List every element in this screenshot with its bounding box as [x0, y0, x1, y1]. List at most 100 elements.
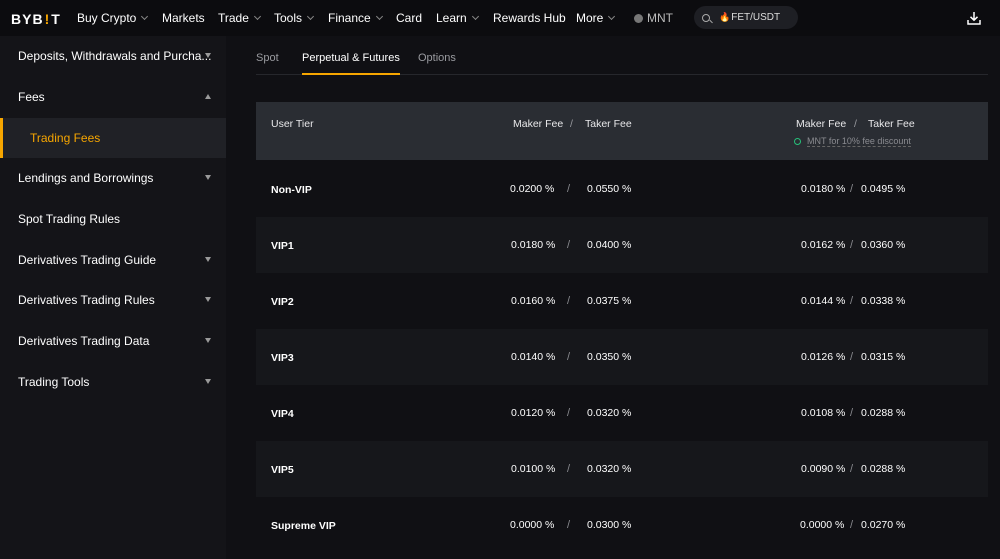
- fee-separator: /: [567, 407, 571, 419]
- nav-markets[interactable]: Markets: [162, 11, 205, 25]
- maker-fee-cell: 0.0160 %: [511, 295, 556, 307]
- table-row: VIP4 0.0120 % / 0.0320 % 0.0108 % / 0.02…: [256, 385, 988, 441]
- mnt-coin-icon: [634, 13, 643, 23]
- tier-cell: Non-VIP: [271, 184, 312, 196]
- maker-fee-cell: 0.0140 %: [511, 351, 556, 363]
- logo-text-start: BYB: [11, 11, 44, 27]
- logo-text-end: T: [51, 11, 61, 27]
- header-taker-fee: Taker Fee: [585, 118, 632, 130]
- tab-options[interactable]: Options: [418, 52, 456, 64]
- maker-fee-mnt-cell: 0.0144 %: [801, 295, 846, 307]
- header-user-tier: User Tier: [271, 118, 314, 130]
- nav-mnt[interactable]: MNT: [634, 11, 673, 25]
- download-icon[interactable]: [966, 10, 982, 26]
- maker-fee-mnt-cell: 0.0126 %: [801, 351, 846, 363]
- maker-fee-cell: 0.0200 %: [510, 183, 555, 195]
- sidebar-item-lendings[interactable]: Lendings and Borrowings: [0, 158, 226, 198]
- fee-separator: /: [850, 463, 854, 475]
- chevron-down-icon: [253, 12, 261, 21]
- chevron-down-icon: [306, 12, 315, 21]
- maker-fee-mnt-cell: 0.0090 %: [801, 463, 846, 475]
- table-row: Non-VIP 0.0200 % / 0.0550 % 0.0180 % / 0…: [256, 161, 988, 217]
- maker-fee-mnt-cell: 0.0180 %: [801, 183, 846, 195]
- nav-item-label: Finance: [328, 11, 371, 25]
- taker-fee-cell: 0.0400 %: [587, 239, 632, 251]
- mnt-discount-text: MNT for 10% fee discount: [807, 136, 911, 147]
- maker-fee-cell: 0.0180 %: [511, 239, 556, 251]
- sidebar-item-spot-rules[interactable]: Spot Trading Rules: [0, 199, 226, 239]
- sidebar-item-trading-tools[interactable]: Trading Tools: [0, 362, 226, 402]
- fee-table-header: User Tier Maker Fee / Taker Fee Maker Fe…: [256, 102, 988, 160]
- maker-fee-cell: 0.0120 %: [511, 407, 556, 419]
- sidebar-item-label: Derivatives Trading Rules: [18, 293, 155, 307]
- nav-buy-crypto[interactable]: Buy Crypto: [77, 11, 149, 25]
- header-taker-fee-mnt: Taker Fee: [868, 118, 915, 130]
- fee-separator: /: [567, 239, 571, 251]
- taker-fee-mnt-cell: 0.0315 %: [861, 351, 906, 363]
- fire-icon: 🔥: [719, 12, 731, 22]
- logo-mark: !: [44, 11, 51, 27]
- sidebar-item-trading-fees[interactable]: Trading Fees: [0, 118, 226, 158]
- tab-spot[interactable]: Spot: [256, 52, 279, 64]
- fee-separator: /: [567, 351, 571, 363]
- sidebar: Deposits, Withdrawals and Purcha... Fees…: [0, 36, 226, 559]
- header-separator: /: [570, 118, 573, 130]
- fee-separator: /: [567, 519, 571, 531]
- maker-fee-mnt-cell: 0.0162 %: [801, 239, 846, 251]
- taker-fee-mnt-cell: 0.0270 %: [861, 519, 906, 531]
- nav-card[interactable]: Card: [396, 11, 422, 25]
- sidebar-item-derivatives-guide[interactable]: Derivatives Trading Guide: [0, 240, 226, 280]
- tier-cell: VIP3: [271, 352, 294, 364]
- nav-learn[interactable]: Learn: [436, 11, 479, 25]
- tab-perpetual-futures[interactable]: Perpetual & Futures: [302, 52, 400, 75]
- nav-trade[interactable]: Trade: [218, 11, 261, 25]
- nav-item-label: Trade: [218, 11, 249, 25]
- nav-item-label: Learn: [436, 11, 467, 25]
- taker-fee-cell: 0.0300 %: [587, 519, 632, 531]
- maker-fee-cell: 0.0100 %: [511, 463, 556, 475]
- mnt-discount-note[interactable]: MNT for 10% fee discount: [794, 136, 911, 147]
- bybit-logo[interactable]: BYB! T: [11, 11, 61, 27]
- caret-up-icon: [205, 94, 211, 99]
- fee-separator: /: [850, 351, 854, 363]
- sidebar-item-label: Spot Trading Rules: [18, 212, 121, 226]
- caret-down-icon: [205, 338, 211, 343]
- taker-fee-cell: 0.0375 %: [587, 295, 632, 307]
- fee-separator: /: [567, 295, 571, 307]
- taker-fee-cell: 0.0550 %: [587, 183, 632, 195]
- nav-item-label: Card: [396, 11, 423, 25]
- sidebar-item-label: Lendings and Borrowings: [18, 171, 154, 185]
- nav-item-label: Rewards Hub: [493, 11, 566, 25]
- nav-finance[interactable]: Finance: [328, 11, 383, 25]
- taker-fee-cell: 0.0320 %: [587, 463, 632, 475]
- table-row: VIP1 0.0180 % / 0.0400 % 0.0162 % / 0.03…: [256, 217, 988, 273]
- table-row: VIP3 0.0140 % / 0.0350 % 0.0126 % / 0.03…: [256, 329, 988, 385]
- nav-item-label: Buy Crypto: [77, 11, 137, 25]
- table-row: VIP5 0.0100 % / 0.0320 % 0.0090 % / 0.02…: [256, 441, 988, 497]
- search-input[interactable]: 🔥 FET/USDT: [694, 6, 798, 29]
- sidebar-item-label: Trading Fees: [30, 131, 101, 145]
- maker-fee-cell: 0.0000 %: [510, 519, 555, 531]
- sidebar-item-deposits[interactable]: Deposits, Withdrawals and Purcha...: [0, 36, 226, 76]
- chevron-down-icon: [471, 12, 479, 21]
- taker-fee-mnt-cell: 0.0338 %: [861, 295, 906, 307]
- nav-item-label: Markets: [162, 11, 205, 25]
- caret-down-icon: [205, 257, 211, 262]
- mnt-coin-icon: [794, 138, 801, 145]
- chevron-down-icon: [608, 12, 616, 21]
- fee-separator: /: [850, 183, 854, 195]
- sidebar-item-derivatives-rules[interactable]: Derivatives Trading Rules: [0, 280, 226, 320]
- nav-rewards-hub[interactable]: Rewards Hub: [493, 11, 566, 25]
- fee-separator: /: [567, 463, 571, 475]
- maker-fee-mnt-cell: 0.0108 %: [801, 407, 846, 419]
- nav-more[interactable]: More: [576, 11, 616, 25]
- product-tabs: Spot Perpetual & Futures Options: [256, 36, 988, 75]
- sidebar-item-label: Derivatives Trading Guide: [18, 253, 157, 267]
- chevron-down-icon: [375, 12, 383, 21]
- nav-tools[interactable]: Tools: [274, 11, 315, 25]
- tier-cell: VIP4: [271, 408, 294, 420]
- sidebar-item-fees[interactable]: Fees: [0, 77, 226, 117]
- tier-cell: VIP2: [271, 296, 294, 308]
- caret-down-icon: [205, 53, 211, 58]
- sidebar-item-derivatives-data[interactable]: Derivatives Trading Data: [0, 321, 226, 361]
